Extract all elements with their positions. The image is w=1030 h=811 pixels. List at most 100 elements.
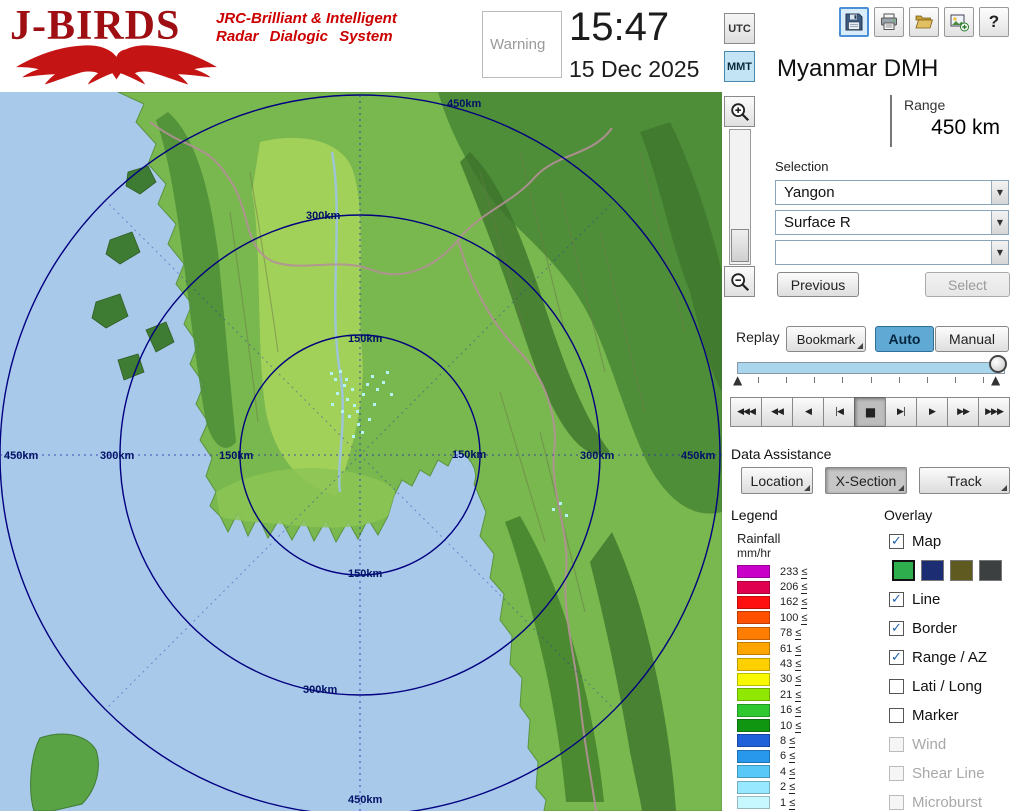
bookmark-button[interactable]: Bookmark xyxy=(786,326,866,352)
legend-value: 1 ≤ xyxy=(780,797,795,809)
overlay-label: Line xyxy=(912,591,940,608)
replay-play-button[interactable]: ▶ xyxy=(916,397,948,427)
product-dropdown[interactable]: Surface R ▼ xyxy=(775,210,1009,235)
overlay-item-shear-line[interactable]: Shear Line xyxy=(889,763,1030,783)
range-ring-label: 300km xyxy=(306,210,340,222)
radar-map[interactable]: 450km300km150km450km300km150km150km300km… xyxy=(0,92,722,811)
checkbox[interactable]: ✓ xyxy=(889,534,904,549)
floppy-disk-icon xyxy=(844,12,864,32)
select-button[interactable]: Select xyxy=(925,272,1010,297)
replay-rewind-to-start-button[interactable]: ◀◀◀ xyxy=(730,397,762,427)
map-style-swatch-0[interactable] xyxy=(892,560,915,581)
chevron-down-icon[interactable]: ▼ xyxy=(991,181,1008,204)
range-ring-label: 450km xyxy=(681,450,715,462)
checkbox[interactable] xyxy=(889,737,904,752)
replay-stop-button[interactable]: ■ xyxy=(854,397,886,427)
mmt-button[interactable]: MMT xyxy=(724,51,755,82)
timeline-tick xyxy=(871,377,872,383)
legend-color-swatch xyxy=(737,673,770,686)
overlay-section-label: Overlay xyxy=(884,507,932,523)
overlay-label: Map xyxy=(912,533,941,550)
checkbox[interactable] xyxy=(889,766,904,781)
timeline-tick xyxy=(814,377,815,383)
overlay-item-microburst[interactable]: Microburst xyxy=(889,792,1030,811)
data-assistance-location-button[interactable]: Location xyxy=(741,467,813,494)
replay-step-back-button[interactable]: |◀ xyxy=(823,397,855,427)
jbirds-app-window: J-BIRDS JRC-Brilliant & Intelligent Rada… xyxy=(0,0,1030,811)
overlay-item-map[interactable]: ✓ Map xyxy=(889,531,1030,551)
print-button[interactable] xyxy=(874,7,904,37)
legend-row: 8 ≤ xyxy=(737,733,807,748)
range-ring-label: 300km xyxy=(100,450,134,462)
zoom-slider[interactable] xyxy=(729,129,751,265)
replay-fast-forward-button[interactable]: ▶▶ xyxy=(947,397,979,427)
printer-icon xyxy=(879,12,899,32)
extra-dropdown[interactable]: ▼ xyxy=(775,240,1009,265)
legend-row: 100 ≤ xyxy=(737,610,807,625)
legend-color-swatch xyxy=(737,611,770,624)
open-file-button[interactable] xyxy=(909,7,939,37)
help-button[interactable]: ? xyxy=(979,7,1009,37)
timeline-start-marker-icon: ▲ xyxy=(733,373,742,387)
checkbox[interactable]: ✓ xyxy=(889,621,904,636)
station-title: Myanmar DMH xyxy=(777,55,938,83)
legend-row: 2 ≤ xyxy=(737,779,807,794)
save-button[interactable] xyxy=(839,7,869,37)
manual-mode-button[interactable]: Manual xyxy=(935,326,1009,352)
replay-forward-to-end-button[interactable]: ▶▶▶ xyxy=(978,397,1010,427)
checkbox[interactable]: ✓ xyxy=(889,650,904,665)
checkbox[interactable] xyxy=(889,708,904,723)
range-ring-label: 150km xyxy=(452,449,486,461)
auto-mode-button[interactable]: Auto xyxy=(875,326,934,352)
legend-color-swatch xyxy=(737,642,770,655)
range-ring-label: 300km xyxy=(303,684,337,696)
map-style-swatch-1[interactable] xyxy=(921,560,944,581)
checkbox[interactable]: ✓ xyxy=(889,592,904,607)
data-assistance-track-button[interactable]: Track xyxy=(919,467,1010,494)
previous-button[interactable]: Previous xyxy=(777,272,859,297)
legend-value: 21 ≤ xyxy=(780,689,801,701)
legend-color-swatch xyxy=(737,581,770,594)
checkbox[interactable] xyxy=(889,679,904,694)
legend-value: 16 ≤ xyxy=(780,704,801,716)
replay-fast-rewind-button[interactable]: ◀◀ xyxy=(761,397,793,427)
timeline-tick xyxy=(927,377,928,383)
legend-value: 4 ≤ xyxy=(780,766,795,778)
overlay-item-marker[interactable]: Marker xyxy=(889,705,1030,725)
overlay-item-wind[interactable]: Wind xyxy=(889,734,1030,754)
overlay-item-range-az[interactable]: ✓ Range / AZ xyxy=(889,647,1030,667)
legend-value: 8 ≤ xyxy=(780,735,795,747)
checkbox[interactable] xyxy=(889,795,904,810)
range-ring-label: 450km xyxy=(447,98,481,110)
legend-value: 162 ≤ xyxy=(780,596,807,608)
map-style-swatch-3[interactable] xyxy=(979,560,1002,581)
chevron-down-icon[interactable]: ▼ xyxy=(991,211,1008,234)
zoom-out-button[interactable] xyxy=(724,266,755,297)
radar-map-image: 450km300km150km450km300km150km150km300km… xyxy=(0,92,722,811)
map-style-swatch-2[interactable] xyxy=(950,560,973,581)
overlay-checkbox-list: ✓ Map ✓ Line ✓ Border ✓ Range / AZ Lati / Long Ma… xyxy=(889,531,1030,811)
timeline-tick xyxy=(983,377,984,383)
replay-step-forward-button[interactable]: ▶| xyxy=(885,397,917,427)
overlay-label: Microburst xyxy=(912,794,982,811)
overlay-item-line[interactable]: ✓ Line xyxy=(889,589,1030,609)
utc-button[interactable]: UTC xyxy=(724,13,755,44)
site-dropdown-value: Yangon xyxy=(776,181,991,204)
replay-timeline-slider[interactable] xyxy=(737,362,1005,374)
image-plus-icon xyxy=(949,12,969,32)
legend-color-swatch xyxy=(737,704,770,717)
overlay-item-border[interactable]: ✓ Border xyxy=(889,618,1030,638)
legend-color-swatch xyxy=(737,596,770,609)
chevron-down-icon[interactable]: ▼ xyxy=(991,241,1008,264)
export-image-button[interactable] xyxy=(944,7,974,37)
site-dropdown[interactable]: Yangon ▼ xyxy=(775,180,1009,205)
magnifier-minus-icon xyxy=(729,271,751,293)
replay-play-backward-button[interactable]: ◀ xyxy=(792,397,824,427)
overlay-label: Range / AZ xyxy=(912,649,987,666)
data-assistance-x-section-button[interactable]: X-Section xyxy=(825,467,907,494)
overlay-item-lati-long[interactable]: Lati / Long xyxy=(889,676,1030,696)
overlay-label: Border xyxy=(912,620,957,637)
timeline-thumb[interactable] xyxy=(989,355,1007,373)
zoom-in-button[interactable] xyxy=(724,96,755,127)
zoom-slider-thumb[interactable] xyxy=(731,229,749,262)
